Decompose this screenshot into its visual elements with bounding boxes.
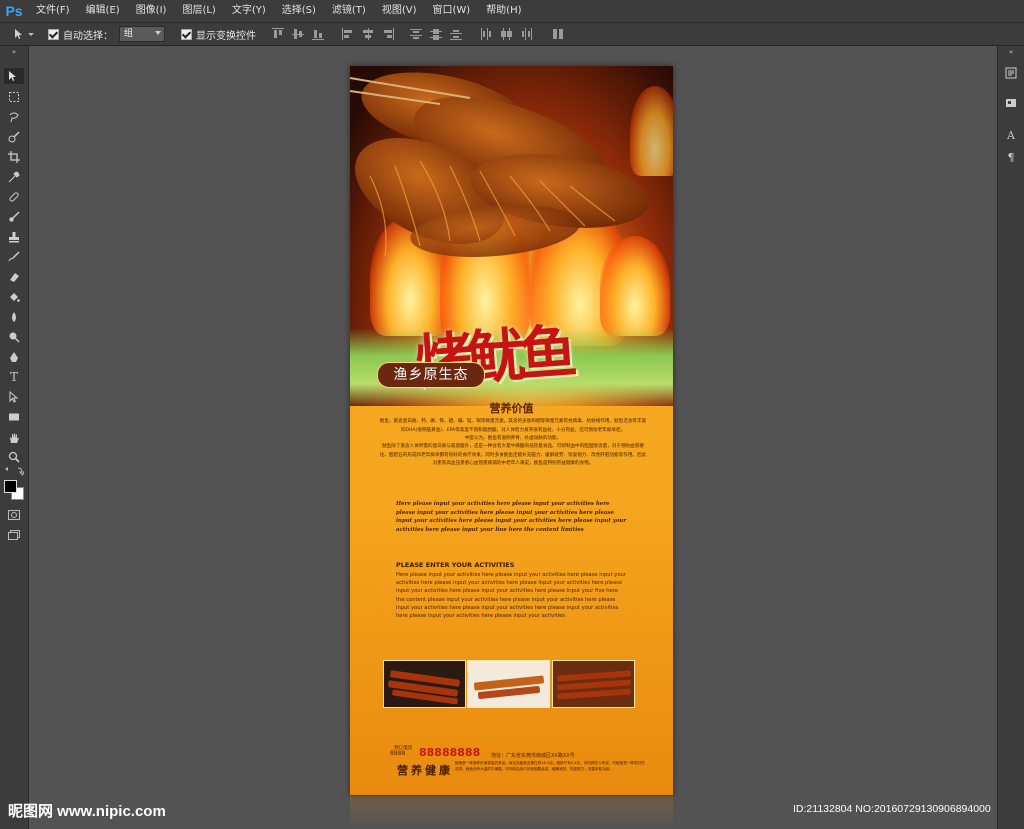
thumbnail-photo-3 — [552, 660, 635, 708]
origin-badge: 渔乡原生态 — [377, 362, 485, 388]
nutrition-heading: 营养价值 — [489, 402, 534, 415]
history-brush-tool-icon[interactable] — [4, 249, 24, 265]
marquee-tool-icon[interactable] — [4, 89, 24, 105]
crop-tool-icon[interactable] — [4, 149, 24, 165]
nutrition-paragraph-3: 鱿鱼除了富含人体所需的蛋白质与氨基酸外，还是一种含有大量牛磺酸的低热量食品。可抑… — [379, 444, 647, 466]
menu-view[interactable]: 视图(V) — [374, 0, 425, 22]
activities-heading: PLEASE ENTER YOUR ACTIVITIES — [396, 561, 515, 569]
address-text: 地址：广东省东莞市南城区XX路XX号 — [491, 753, 575, 759]
menu-bar: Ps 文件(F) 编辑(E) 图像(I) 图层(L) 文字(Y) 选择(S) 滤… — [0, 0, 1024, 23]
clone-stamp-tool-icon[interactable] — [4, 229, 24, 245]
move-tool-preset-icon[interactable] — [10, 25, 38, 43]
hand-tool-icon[interactable] — [4, 430, 24, 446]
history-panel-icon[interactable] — [1003, 66, 1019, 80]
blur-tool-icon[interactable] — [4, 309, 24, 325]
script-placeholder-text: Here please input your activities here p… — [396, 501, 627, 533]
distribute-buttons — [410, 28, 532, 40]
foreground-color-swatch[interactable] — [4, 480, 17, 493]
distribute-bottom-icon[interactable] — [450, 28, 462, 40]
menu-layer[interactable]: 图层(L) — [174, 0, 223, 22]
auto-align-layers-icon[interactable] — [552, 28, 564, 40]
align-top-icon[interactable] — [272, 28, 284, 40]
distribute-vcenter-icon[interactable] — [430, 28, 442, 40]
show-transform-label: 显示变换控件 — [196, 30, 256, 42]
footer-description: 鱿鱼是一种营养价值很高的食品，每百克鱿鱼含蛋白质16.4克，脂肪只有0.4克，对… — [455, 761, 645, 771]
align-left-icon[interactable] — [342, 28, 354, 40]
image-id-watermark: ID:21132804 NO:20160729130906894000 — [793, 803, 991, 815]
activities-body: Here please input your activities here p… — [396, 572, 626, 620]
collapse-panel-icon[interactable]: » — [4, 48, 24, 56]
quick-mask-icon[interactable] — [4, 507, 24, 523]
menu-edit[interactable]: 编辑(E) — [78, 0, 128, 22]
phone-number: 88888888 — [419, 746, 481, 759]
lasso-tool-icon[interactable] — [4, 109, 24, 125]
character-panel-icon[interactable]: A — [1003, 128, 1019, 142]
nipic-watermark: 昵图网 www.nipic.com — [8, 803, 166, 820]
phone-prefix: 8888 — [390, 750, 406, 757]
type-tool-icon[interactable]: T — [4, 369, 24, 385]
menu-help[interactable]: 帮助(H) — [478, 0, 529, 22]
pen-tool-icon[interactable] — [4, 349, 24, 365]
auto-select-label: 自动选择： — [63, 30, 113, 42]
dodge-tool-icon[interactable] — [4, 329, 24, 345]
expand-panels-icon[interactable]: « — [1003, 48, 1019, 56]
menu-type[interactable]: 文字(Y) — [224, 0, 274, 22]
menu-image[interactable]: 图像(I) — [128, 0, 175, 22]
screen-mode-icon[interactable] — [4, 527, 24, 543]
swap-colors-icon[interactable] — [4, 466, 24, 476]
eraser-tool-icon[interactable] — [4, 269, 24, 285]
brush-tool-icon[interactable] — [4, 209, 24, 225]
align-buttons — [272, 28, 394, 40]
menu-window[interactable]: 窗口(W) — [424, 0, 478, 22]
align-right-icon[interactable] — [382, 28, 394, 40]
menu-select[interactable]: 选择(S) — [274, 0, 324, 22]
photoshop-logo: Ps — [5, 3, 23, 19]
show-transform-checkbox[interactable] — [181, 28, 192, 40]
distribute-hcenter-icon[interactable] — [500, 28, 512, 40]
quick-selection-tool-icon[interactable] — [4, 129, 24, 145]
thumbnail-photo-1 — [383, 660, 466, 708]
paragraph-panel-icon[interactable]: ¶ — [1003, 150, 1019, 164]
path-selection-tool-icon[interactable] — [4, 389, 24, 405]
slogan-text: 营养健康 — [397, 764, 453, 777]
rectangle-tool-icon[interactable] — [4, 409, 24, 425]
canvas-reflection — [350, 796, 673, 829]
distribute-left-icon[interactable] — [480, 28, 492, 40]
document-canvas[interactable]: 烤鱿鱼 渔乡原生态 营养价值 鱿鱼，富含蛋白质、钙、磷、铁、硒、碘、锰、铜等微量… — [350, 66, 673, 795]
healing-brush-tool-icon[interactable] — [4, 189, 24, 205]
align-hcenter-icon[interactable] — [362, 28, 374, 40]
nutrition-paragraph-1: 鱿鱼，富含蛋白质、钙、磷、铁、硒、碘、锰、铜等微量元素，其含的多肽和硒等微量元素… — [379, 419, 647, 433]
options-bar: 自动选择： 组 显示变换控件 — [0, 23, 1024, 46]
eyedropper-tool-icon[interactable] — [4, 169, 24, 185]
paint-bucket-tool-icon[interactable] — [4, 289, 24, 305]
distribute-right-icon[interactable] — [520, 28, 532, 40]
properties-panel-icon[interactable] — [1003, 96, 1019, 110]
menu-file[interactable]: 文件(F) — [28, 0, 78, 22]
align-bottom-icon[interactable] — [312, 28, 324, 40]
thumbnail-photo-2 — [467, 660, 550, 708]
tools-panel: » T — [0, 46, 29, 829]
distribute-top-icon[interactable] — [410, 28, 422, 40]
collapsed-panels: « A ¶ — [997, 46, 1024, 829]
menu-filter[interactable]: 滤镜(T) — [324, 0, 374, 22]
auto-select-checkbox[interactable] — [48, 28, 59, 40]
auto-select-dropdown[interactable]: 组 — [119, 26, 165, 42]
move-tool-icon[interactable] — [4, 68, 24, 84]
align-vcenter-icon[interactable] — [292, 28, 304, 40]
zoom-tool-icon[interactable] — [4, 449, 24, 465]
